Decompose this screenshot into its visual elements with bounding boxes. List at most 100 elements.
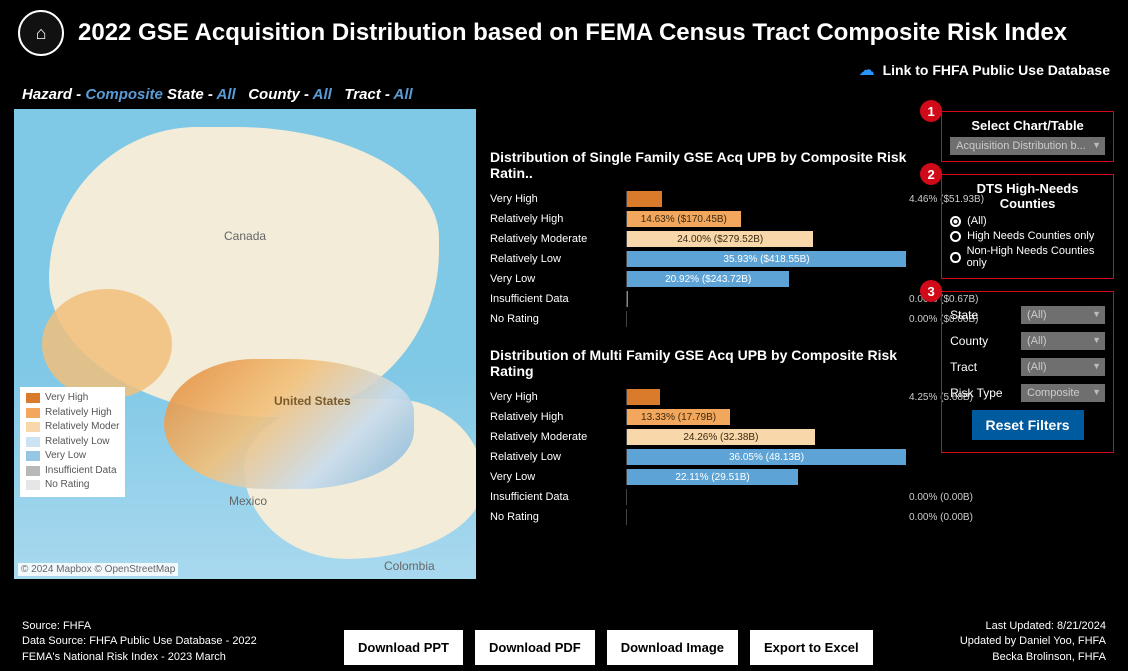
charts-column: Distribution of Single Family GSE Acq UP… <box>490 109 927 579</box>
bar-fill[interactable]: 20.92% ($243.72B) <box>627 271 789 287</box>
filter-state-dropdown[interactable]: (All) <box>1021 306 1105 324</box>
database-link[interactable]: Link to FHFA Public Use Database <box>883 62 1110 78</box>
dts-radio-option[interactable]: Non-High Needs Counties only <box>950 245 1105 269</box>
bar-track: 36.05% (48.13B) <box>626 449 906 465</box>
radio-icon <box>950 231 961 242</box>
radio-label: (All) <box>967 215 987 227</box>
legend-row: Relatively High <box>26 406 119 421</box>
bar-row: Relatively Low 35.93% ($418.55B) <box>490 249 927 269</box>
radio-icon <box>950 216 961 227</box>
bar-track: 22.11% (29.51B) <box>626 469 906 485</box>
legend-swatch <box>26 422 40 432</box>
legend-swatch <box>26 393 40 403</box>
bar-category: Relatively Low <box>490 451 620 463</box>
chart-title: Distribution of Single Family GSE Acq UP… <box>490 149 927 181</box>
bar-value-label: 0.00% (0.00B) <box>906 489 973 505</box>
legend-label: Very High <box>45 391 88 406</box>
bar-fill[interactable]: 4.46% ($51.93B) <box>627 191 662 207</box>
bc-tract-value: All <box>394 86 413 103</box>
export-button[interactable]: Download PDF <box>475 630 595 665</box>
fhfa-logo: ⌂ <box>18 10 64 56</box>
legend-row: Insufficient Data <box>26 464 119 479</box>
bar-category: Relatively High <box>490 213 620 225</box>
filter-county-dropdown[interactable]: (All) <box>1021 332 1105 350</box>
bar-row: Insufficient Data0.06% ($0.67B) <box>490 289 927 309</box>
updated-by-1: Updated by Daniel Yoo, FHFA <box>960 634 1106 649</box>
filter-risktype-dropdown[interactable]: Composite <box>1021 384 1105 402</box>
legend-swatch <box>26 437 40 447</box>
bar-category: Relatively Low <box>490 253 620 265</box>
bar-value-label: 0.00% (0.00B) <box>906 509 973 525</box>
database-link-row: ☁ Link to FHFA Public Use Database <box>0 60 1128 84</box>
source-line-2: Data Source: FHFA Public Use Database - … <box>22 634 257 649</box>
bar-row: Relatively Low 36.05% (48.13B) <box>490 447 927 467</box>
filter-risktype-label: Risk Type <box>950 386 1002 400</box>
bc-county-value: All <box>313 86 332 103</box>
filter-tract-label: Tract <box>950 360 977 374</box>
legend-row: Very Low <box>26 449 119 464</box>
dts-radio-option[interactable]: High Needs Counties only <box>950 230 1105 242</box>
bar-track: 0.00% (0.00B) <box>626 509 906 525</box>
bar-fill[interactable]: 24.00% ($279.52B) <box>627 231 813 247</box>
map-attribution: © 2024 Mapbox © OpenStreetMap <box>18 563 178 576</box>
map-label-colombia: Colombia <box>384 559 435 573</box>
bar-track: 0.00% ($0.00B) <box>626 311 906 327</box>
bar-track: 24.26% (32.38B) <box>626 429 906 445</box>
bar-fill[interactable]: 36.05% (48.13B) <box>627 449 906 465</box>
export-button[interactable]: Export to Excel <box>750 630 873 665</box>
legend-row: No Rating <box>26 478 119 493</box>
legend-label: Insufficient Data <box>45 464 117 479</box>
bar-row: Relatively High13.33% (17.79B) <box>490 407 927 427</box>
export-button[interactable]: Download Image <box>607 630 738 665</box>
filter-state-label: State <box>950 308 978 322</box>
bar-fill[interactable]: 13.33% (17.79B) <box>627 409 730 425</box>
filter-county-label: County <box>950 334 988 348</box>
source-line-3: FEMA's National Risk Index - 2023 March <box>22 650 257 665</box>
bar-track: 4.46% ($51.93B) <box>626 191 906 207</box>
footer-sources: Source: FHFA Data Source: FHFA Public Us… <box>22 619 257 665</box>
bar-category: Very Low <box>490 273 620 285</box>
bc-hazard-value: Composite <box>85 86 163 103</box>
risk-map[interactable]: Canada United States Mexico Colombia Ver… <box>14 109 476 579</box>
bar-category: Insufficient Data <box>490 293 620 305</box>
bar-fill[interactable]: 35.93% ($418.55B) <box>627 251 906 267</box>
bc-state-value: All <box>217 86 236 103</box>
legend-swatch <box>26 451 40 461</box>
select-chart-panel: 1 Select Chart/Table Acquisition Distrib… <box>941 111 1114 162</box>
bar-chart: Very High 4.46% ($51.93B) Relatively High 1… <box>490 189 927 329</box>
bc-hazard-label: Hazard - <box>22 86 81 103</box>
bar-category: Relatively Moderate <box>490 233 620 245</box>
legend-swatch <box>26 408 40 418</box>
dts-panel: 2 DTS High-Needs Counties (All)High Need… <box>941 174 1114 279</box>
cloud-download-icon[interactable]: ☁ <box>859 60 875 80</box>
bar-track: 13.33% (17.79B) <box>626 409 906 425</box>
bar-fill[interactable]: 24.26% (32.38B) <box>627 429 815 445</box>
main-content: Canada United States Mexico Colombia Ver… <box>0 109 1128 579</box>
bar-track: 14.63% ($170.45B) <box>626 211 906 227</box>
bar-row: Relatively High 14.63% ($170.45B) <box>490 209 927 229</box>
bar-row: Very Low 20.92% ($243.72B) <box>490 269 927 289</box>
updated-by-2: Becka Brolinson, FHFA <box>960 650 1106 665</box>
radio-label: High Needs Counties only <box>967 230 1094 242</box>
legend-swatch <box>26 480 40 490</box>
footer-buttons: Download PPT Download PDF Download Image Ex… <box>344 630 873 665</box>
bar-category: No Rating <box>490 511 620 523</box>
bar-category: Very Low <box>490 471 620 483</box>
export-button[interactable]: Download PPT <box>344 630 463 665</box>
chart-select-dropdown[interactable]: Acquisition Distribution b... <box>950 137 1105 155</box>
legend-row: Relatively Low <box>26 435 119 450</box>
bar-category: Very High <box>490 193 620 205</box>
bar-category: Relatively Moderate <box>490 431 620 443</box>
dts-radio-option[interactable]: (All) <box>950 215 1105 227</box>
bar-fill[interactable]: 4.25% (5.68B) <box>627 389 660 405</box>
bar-fill[interactable]: 22.11% (29.51B) <box>627 469 798 485</box>
legend-swatch <box>26 466 40 476</box>
map-legend: Very HighRelatively HighRelatively Moder… <box>20 387 125 497</box>
footer-credits: Last Updated: 8/21/2024 Updated by Danie… <box>960 619 1106 665</box>
filter-tract-dropdown[interactable]: (All) <box>1021 358 1105 376</box>
bar-fill[interactable]: 14.63% ($170.45B) <box>627 211 741 227</box>
reset-filters-button[interactable]: Reset Filters <box>972 410 1084 440</box>
select-chart-title: Select Chart/Table <box>950 118 1105 133</box>
bar-row: No Rating 0.00% (0.00B) <box>490 507 927 527</box>
map-column: Canada United States Mexico Colombia Ver… <box>14 109 476 579</box>
